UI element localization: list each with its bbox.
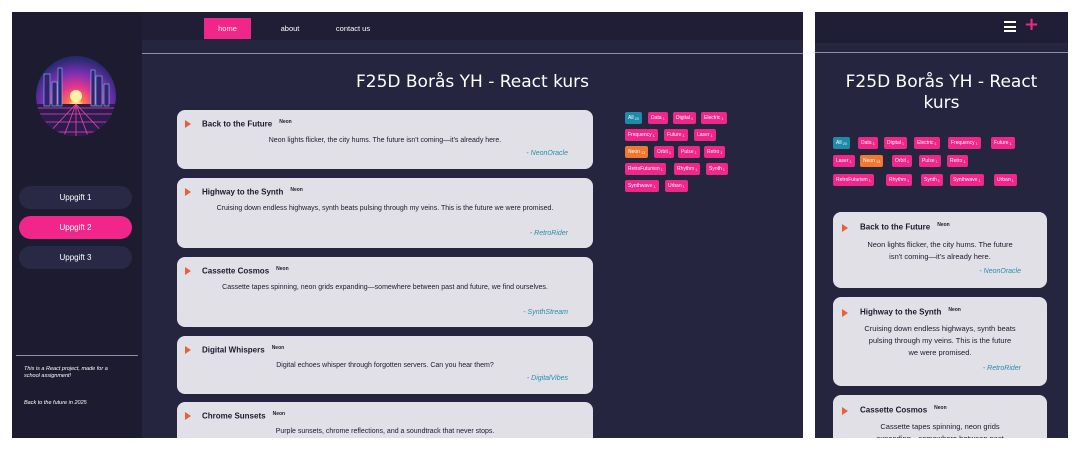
tag-filter-rhythm[interactable]: Rhythm 1 — [886, 174, 913, 186]
sidebar-button-uppgift-2[interactable]: Uppgift 2 — [19, 216, 132, 239]
nav-home-link[interactable]: home — [204, 18, 251, 39]
post-body: Cruising down endless highways, synth be… — [864, 324, 1016, 357]
post-title: Highway to the Synth Neon — [860, 307, 961, 317]
tag-filter-electric[interactable]: Electric 1 — [914, 137, 940, 149]
post-author[interactable]: - RetroRider — [530, 230, 568, 237]
post-body: Cruising down endless highways, synth be… — [216, 205, 554, 212]
mobile-header: + — [815, 12, 1068, 43]
post-author[interactable]: - DigitalVibes — [527, 375, 568, 382]
tag-filter-data[interactable]: Data 1 — [648, 112, 668, 124]
post-title: Back to the Future Neon — [860, 222, 950, 232]
tag-filter-urban[interactable]: Urban 1 — [994, 174, 1017, 186]
post-title: Highway to the Synth Neon — [202, 187, 303, 197]
play-icon[interactable] — [185, 267, 191, 275]
post-author[interactable]: - NeonOracle — [979, 268, 1021, 275]
post-title: Chrome Sunsets Neon — [202, 411, 286, 421]
tag-filter-neon[interactable]: Neon 13 — [625, 146, 649, 158]
post-card[interactable]: Highway to the Synth Neon Cruising down e… — [833, 297, 1047, 386]
tag-filter-synth[interactable]: Synth 1 — [921, 174, 944, 186]
post-tag-badge: Neon — [290, 187, 303, 193]
tag-filter-digital[interactable]: Digital 1 — [884, 137, 908, 149]
post-author[interactable]: - RetroRider — [983, 365, 1021, 372]
tag-filter-all[interactable]: All 20 — [833, 137, 851, 149]
nav-contact-link[interactable]: contact us — [328, 18, 378, 39]
page-title: F25D Borås YH - React kurs — [355, 72, 590, 92]
post-tag-badge: Neon — [271, 345, 285, 351]
play-icon[interactable] — [842, 224, 848, 232]
tag-filter-all[interactable]: All 20 — [625, 112, 643, 124]
tag-filter-rhythm[interactable]: Rhythm 1 — [674, 163, 701, 175]
tag-filter-retrofuturism[interactable]: RetroFuturism 1 — [833, 174, 874, 186]
tag-filter-synthwave[interactable]: Synthwave 1 — [950, 174, 984, 186]
tag-filter-neon[interactable]: Neon 13 — [860, 155, 884, 167]
tag-filter-frequency[interactable]: Frequency 1 — [948, 137, 981, 149]
synthwave-avatar-image — [36, 56, 116, 136]
post-tag-badge: Neon — [948, 307, 961, 313]
hamburger-menu-icon[interactable] — [1004, 21, 1016, 32]
tag-filter-laser[interactable]: Laser 1 — [833, 155, 855, 167]
post-body: Digital echoes whisper through forgotten… — [276, 362, 494, 369]
sidebar: Uppgift 1 Uppgift 2 Uppgift 3 This is a … — [12, 12, 142, 438]
mobile-view: + F25D Borås YH - React kurs All 20 Data 1… — [815, 12, 1068, 438]
post-card[interactable]: Digital Whispers Neon Digital echoes whis… — [177, 336, 593, 394]
sidebar-divider — [16, 355, 138, 356]
post-body: Purple sunsets, chrome reflections, and … — [275, 428, 495, 435]
tag-filter-retro[interactable]: Retro 1 — [704, 146, 726, 158]
tag-filter-retrofuturism[interactable]: RetroFuturism 1 — [625, 163, 666, 175]
sidebar-button-uppgift-3[interactable]: Uppgift 3 — [19, 246, 132, 269]
play-icon[interactable] — [185, 346, 191, 354]
play-icon[interactable] — [185, 120, 191, 128]
post-tag-badge: Neon — [272, 411, 286, 417]
sidebar-footer-description: This is a React project, made for a scho… — [24, 366, 108, 379]
post-title: Cassette Cosmos Neon — [860, 405, 947, 415]
play-icon[interactable] — [185, 412, 191, 420]
top-navigation: home about contact us — [142, 12, 803, 40]
tag-filter-synthwave[interactable]: Synthwave 1 — [625, 180, 659, 192]
plus-icon[interactable]: + — [1024, 15, 1039, 35]
tag-filter-future[interactable]: Future 1 — [991, 137, 1015, 149]
nav-about-link[interactable]: about — [270, 18, 310, 39]
tag-filter-retro[interactable]: Retro 1 — [947, 155, 969, 167]
post-body: Neon lights flicker, the city hums. The … — [867, 240, 1013, 261]
mobile-header-divider — [815, 52, 1068, 53]
post-tag-badge: Neon — [279, 119, 292, 125]
post-card[interactable]: Cassette Cosmos Neon Cassette tapes spinn… — [833, 395, 1047, 438]
tag-filter-orbit[interactable]: Orbit 1 — [654, 146, 675, 158]
post-tag-badge: Neon — [934, 405, 947, 411]
sidebar-footer-tagline: Back to the future in 2025 — [24, 400, 87, 406]
tag-filter-digital[interactable]: Digital 1 — [673, 112, 697, 124]
mobile-page-title: F25D Borås YH - React kurs — [845, 72, 1038, 113]
header-divider — [142, 53, 803, 54]
tag-filter-frequency[interactable]: Frequency 1 — [625, 129, 658, 141]
post-author[interactable]: - SynthStream — [523, 309, 568, 316]
tag-filter-electric[interactable]: Electric 1 — [701, 112, 727, 124]
tag-filter-laser[interactable]: Laser 1 — [694, 129, 716, 141]
post-tag-badge: Neon — [276, 266, 289, 272]
post-card[interactable]: Back to the Future Neon Neon lights flick… — [177, 110, 593, 169]
post-card[interactable]: Chrome Sunsets Neon Purple sunsets, chrom… — [177, 402, 593, 438]
play-icon[interactable] — [842, 407, 848, 415]
post-title: Cassette Cosmos Neon — [202, 266, 289, 276]
post-title: Digital Whispers Neon — [202, 345, 285, 355]
post-title: Back to the Future Neon — [202, 119, 292, 129]
play-icon[interactable] — [185, 188, 191, 196]
post-body: Cassette tapes spinning, neon grids expa… — [222, 284, 548, 291]
desktop-view: Uppgift 1 Uppgift 2 Uppgift 3 This is a … — [12, 12, 803, 438]
post-body: Neon lights flicker, the city hums. The … — [268, 137, 502, 144]
tag-filter-orbit[interactable]: Orbit 1 — [892, 155, 913, 167]
post-body: Cassette tapes spinning, neon grids expa… — [876, 422, 1004, 438]
tag-filter-data[interactable]: Data 1 — [858, 137, 878, 149]
tag-filter-pulse[interactable]: Pulse 1 — [919, 155, 941, 167]
tag-filter-pulse[interactable]: Pulse 1 — [678, 146, 700, 158]
post-card[interactable]: Highway to the Synth Neon Cruising down e… — [177, 178, 593, 248]
post-card[interactable]: Back to the Future Neon Neon lights flick… — [833, 212, 1047, 288]
post-card[interactable]: Cassette Cosmos Neon Cassette tapes spinn… — [177, 257, 593, 327]
post-tag-badge: Neon — [937, 222, 950, 228]
post-author[interactable]: - NeonOracle — [526, 150, 568, 157]
play-icon[interactable] — [842, 309, 848, 317]
tag-filter-future[interactable]: Future 1 — [664, 129, 688, 141]
tag-filter-synth[interactable]: Synth 1 — [706, 163, 729, 175]
tag-filter-urban[interactable]: Urban 1 — [665, 180, 688, 192]
sidebar-button-uppgift-1[interactable]: Uppgift 1 — [19, 186, 132, 209]
